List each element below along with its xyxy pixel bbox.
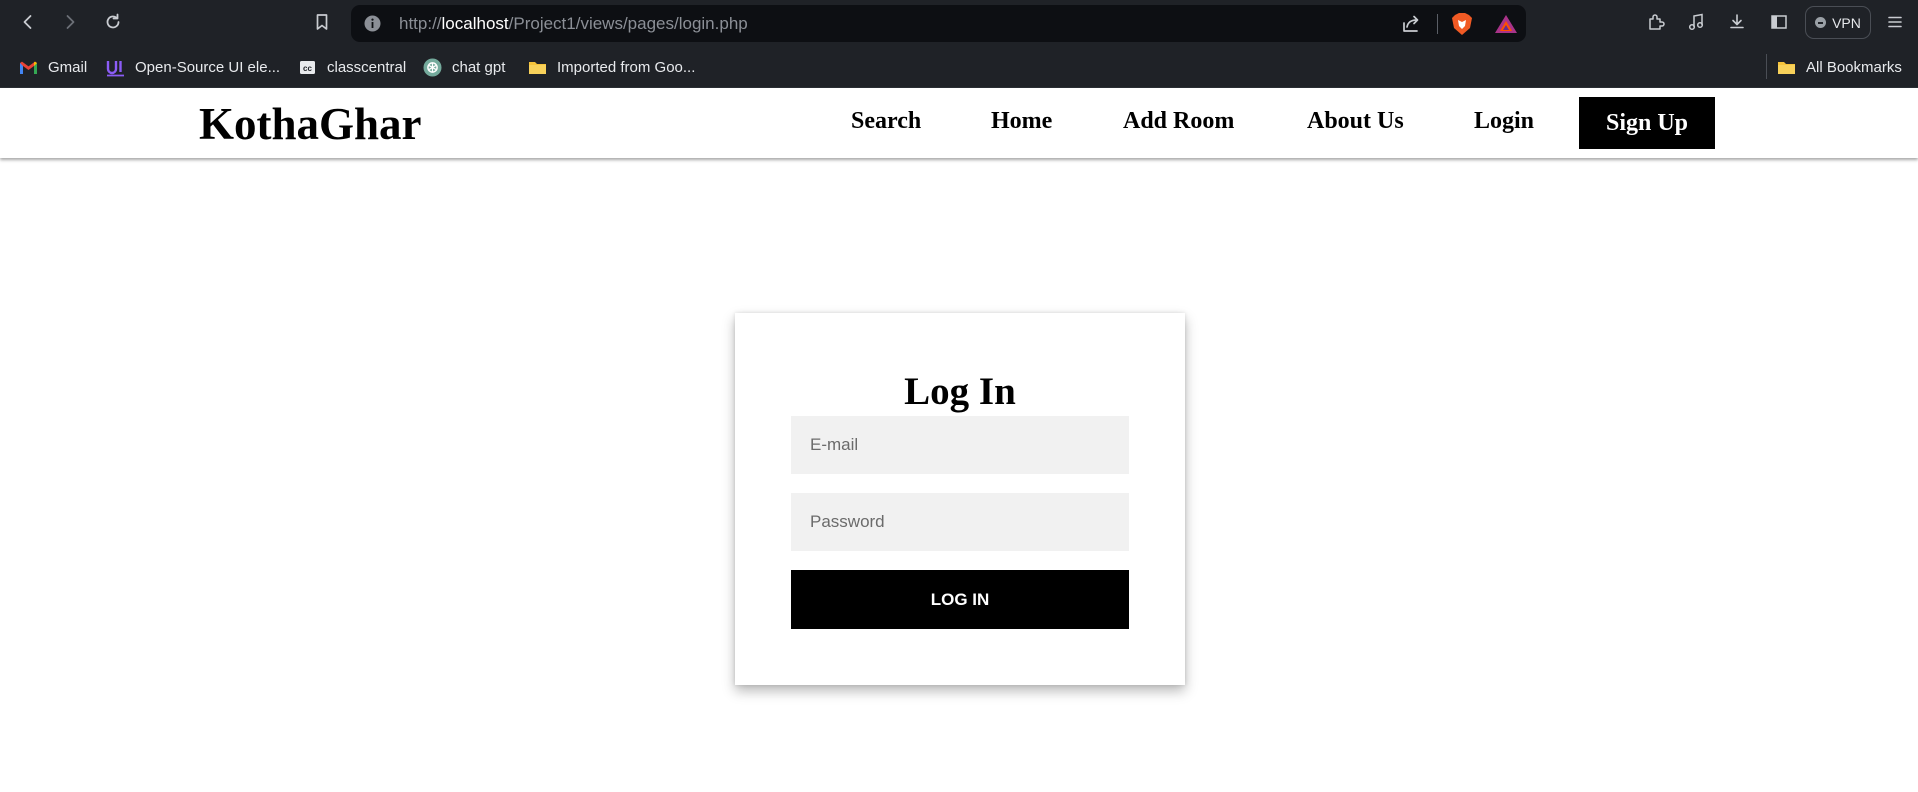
vpn-label: VPN xyxy=(1832,14,1861,31)
password-field[interactable] xyxy=(791,493,1129,551)
url-host: localhost xyxy=(441,14,509,33)
login-card: Log In LOG IN xyxy=(735,313,1185,685)
sidebar-icon[interactable] xyxy=(1764,7,1794,37)
folder-icon xyxy=(528,58,547,77)
url-text[interactable]: http://localhost/Project1/views/pages/lo… xyxy=(399,14,748,34)
forward-icon[interactable] xyxy=(55,7,85,37)
url-path: /Project1/views/pages/login.php xyxy=(508,14,748,33)
brave-rewards-icon[interactable] xyxy=(1494,14,1518,34)
bookmark-chatgpt[interactable]: chat gpt xyxy=(423,56,505,78)
media-icon[interactable] xyxy=(1681,7,1711,37)
bookmark-uiverse[interactable]: Open-Source UI ele... xyxy=(106,56,280,78)
svg-text:cc: cc xyxy=(303,64,312,73)
email-field[interactable] xyxy=(791,416,1129,474)
bookmark-classcentral[interactable]: cc classcentral xyxy=(298,56,406,78)
bookmarks-bar: Gmail Open-Source UI ele... cc classcent… xyxy=(0,45,1918,88)
nav-home[interactable]: Home xyxy=(991,108,1052,135)
nav-search[interactable]: Search xyxy=(851,108,921,135)
site-info-icon[interactable] xyxy=(363,14,382,33)
browser-toolbar: http://localhost/Project1/views/pages/lo… xyxy=(0,0,1918,45)
url-prefix: http:// xyxy=(399,14,442,33)
download-icon[interactable] xyxy=(1722,7,1752,37)
bookmark-imported-folder[interactable]: Imported from Goo... xyxy=(528,56,695,78)
brave-shields-icon[interactable] xyxy=(1451,12,1473,36)
extensions-icon[interactable] xyxy=(1641,7,1671,37)
signup-button[interactable]: Sign Up xyxy=(1579,97,1715,149)
reload-icon[interactable] xyxy=(98,7,128,37)
back-icon[interactable] xyxy=(13,7,43,37)
site-navbar: KothaGhar Search Home Add Room About Us … xyxy=(0,88,1918,158)
nav-login[interactable]: Login xyxy=(1474,108,1534,135)
uiverse-icon xyxy=(106,58,125,77)
share-icon[interactable] xyxy=(1400,13,1422,35)
nav-about-us[interactable]: About Us xyxy=(1307,108,1404,135)
vpn-button[interactable]: VPN xyxy=(1805,6,1871,39)
classcentral-icon: cc xyxy=(298,58,317,77)
bookmarks-divider xyxy=(1766,54,1767,79)
address-bar[interactable]: http://localhost/Project1/views/pages/lo… xyxy=(351,5,1526,42)
url-divider xyxy=(1437,14,1438,34)
all-bookmarks-label: All Bookmarks xyxy=(1806,58,1902,76)
bookmark-label: Open-Source UI ele... xyxy=(135,58,281,76)
chatgpt-icon xyxy=(423,58,442,77)
bookmark-icon[interactable] xyxy=(307,7,337,37)
nav-add-room[interactable]: Add Room xyxy=(1123,108,1234,135)
bookmark-label: Gmail xyxy=(48,58,88,76)
folder-icon xyxy=(1777,58,1796,77)
login-title: Log In xyxy=(904,370,1016,413)
bookmark-gmail[interactable]: Gmail xyxy=(19,56,87,78)
menu-icon[interactable] xyxy=(1880,7,1910,37)
gmail-icon xyxy=(19,58,38,77)
bookmark-label: Imported from Goo... xyxy=(557,58,696,76)
vpn-status-icon xyxy=(1815,17,1827,28)
site-brand[interactable]: KothaGhar xyxy=(199,98,422,150)
login-submit-button[interactable]: LOG IN xyxy=(791,570,1129,629)
bookmark-label: classcentral xyxy=(327,58,407,76)
bookmark-label: chat gpt xyxy=(452,58,506,76)
all-bookmarks[interactable]: All Bookmarks xyxy=(1777,56,1902,78)
